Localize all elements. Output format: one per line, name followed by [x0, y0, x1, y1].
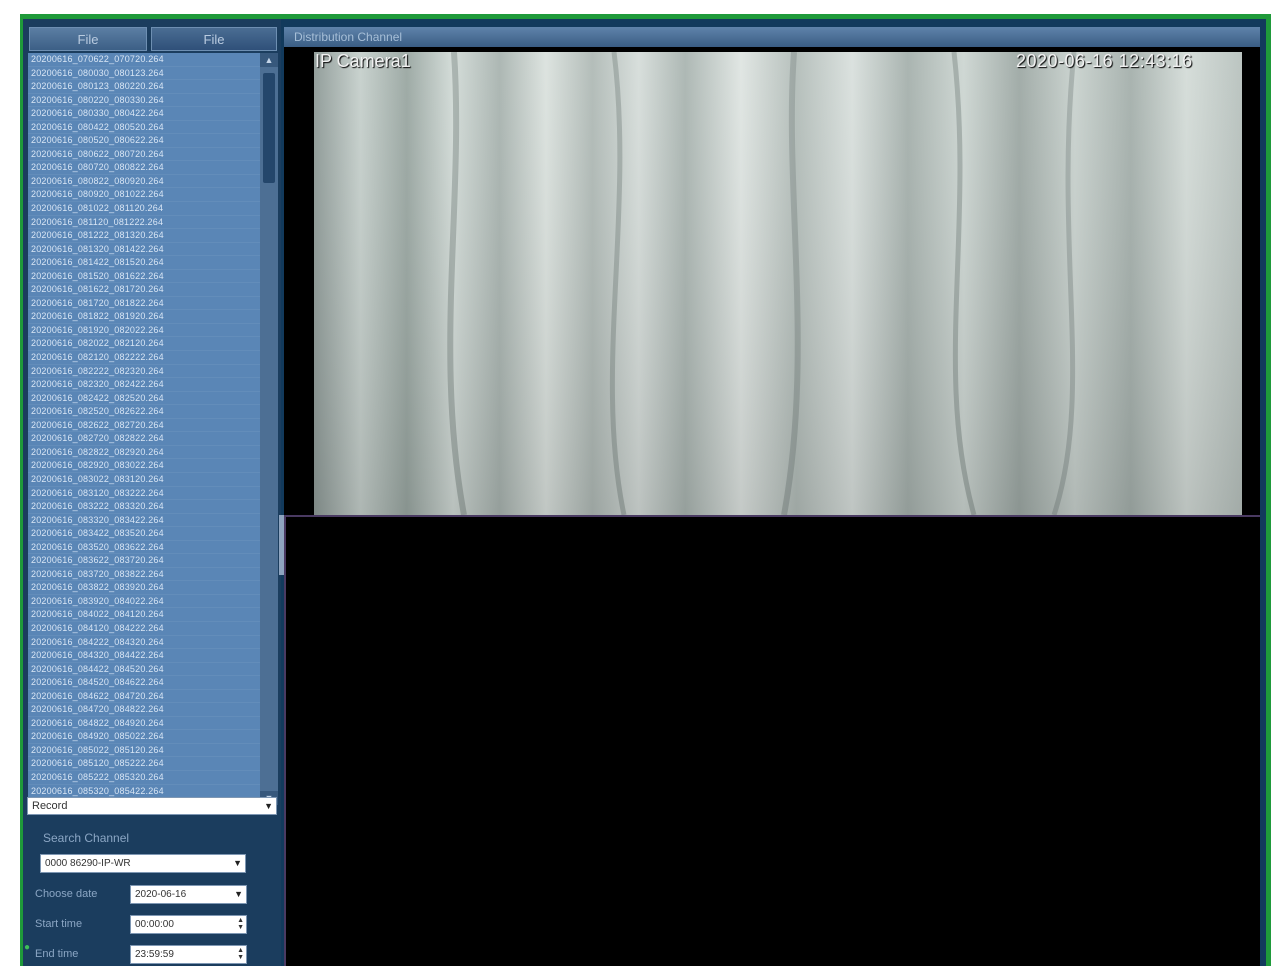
search-channel-label: Search Channel [43, 831, 130, 845]
video-window-1[interactable] [284, 47, 1260, 515]
file-list-item[interactable]: 20200616_082822_082920.264 [28, 446, 260, 460]
file-list-item[interactable]: 20200616_082622_082720.264 [28, 419, 260, 433]
file-list-item[interactable]: 20200616_081822_081920.264 [28, 310, 260, 324]
end-time-value: 23:59:59 [135, 949, 174, 960]
start-time-value: 00:00:00 [135, 919, 174, 930]
scroll-thumb[interactable] [263, 73, 275, 183]
end-time-label: End time [35, 948, 79, 960]
file-list-item[interactable]: 20200616_083320_083422.264 [28, 514, 260, 528]
date-value: 2020-06-16 [135, 889, 187, 900]
file-list-scrollbar[interactable]: ▲ ▼ [260, 53, 278, 805]
file-list-item[interactable]: 20200616_084120_084222.264 [28, 622, 260, 636]
file-list-item[interactable]: 20200616_083720_083822.264 [28, 568, 260, 582]
record-type-value: Record [32, 800, 68, 812]
video-header-bar: Distribution Channel [284, 27, 1260, 47]
calendar-dropdown-icon: ▼ [234, 889, 243, 899]
file-list-item[interactable]: 20200616_083022_083120.264 [28, 473, 260, 487]
file-list-item[interactable]: 20200616_080622_080720.264 [28, 148, 260, 162]
file-list-item[interactable]: 20200616_081520_081622.264 [28, 270, 260, 284]
channel-select[interactable]: 0000 86290-IP-WR ▼ [40, 854, 246, 873]
file-list-item[interactable]: 20200616_084320_084422.264 [28, 649, 260, 663]
file-list-item[interactable]: 20200616_081222_081320.264 [28, 229, 260, 243]
file-list-item[interactable]: 20200616_081622_081720.264 [28, 283, 260, 297]
file-list-item[interactable]: 20200616_084222_084320.264 [28, 636, 260, 650]
file-list-item[interactable]: 20200616_081320_081422.264 [28, 243, 260, 257]
file-list-item[interactable]: 20200616_080220_080330.264 [28, 94, 260, 108]
file-list-item[interactable]: 20200616_082222_082320.264 [28, 365, 260, 379]
file-list-item[interactable]: 20200616_084622_084720.264 [28, 690, 260, 704]
choose-date-label: Choose date [35, 888, 98, 900]
chevron-down-icon: ▼ [233, 858, 242, 868]
file-list-item[interactable]: 20200616_082120_082222.264 [28, 351, 260, 365]
file-list-item[interactable]: 20200616_084520_084622.264 [28, 676, 260, 690]
file-list-item[interactable]: 20200616_081720_081822.264 [28, 297, 260, 311]
end-time-field[interactable]: 23:59:59 ▲ ▼ [130, 945, 247, 964]
file-list-item[interactable]: 20200616_081022_081120.264 [28, 202, 260, 216]
file-list-item[interactable]: 20200616_084022_084120.264 [28, 608, 260, 622]
file-list-item[interactable]: 20200616_082920_083022.264 [28, 459, 260, 473]
file-list-item[interactable]: 20200616_082422_082520.264 [28, 392, 260, 406]
file-list-item[interactable]: 20200616_080720_080822.264 [28, 161, 260, 175]
file-list-item[interactable]: 20200616_083822_083920.264 [28, 581, 260, 595]
file-list-item[interactable]: 20200616_082022_082120.264 [28, 337, 260, 352]
record-type-select[interactable]: Record ▼ [27, 797, 277, 815]
file-list-item[interactable]: 20200616_084720_084822.264 [28, 703, 260, 717]
file-list-item[interactable]: 20200616_081120_081222.264 [28, 216, 260, 230]
file-list[interactable]: 20200616_070622_070720.264 20200616_08003… [28, 53, 260, 805]
file-list-item[interactable]: 20200616_083920_084022.264 [28, 595, 260, 609]
start-time-label: Start time [35, 918, 83, 930]
file-list-item[interactable]: 20200616_082520_082622.264 [28, 405, 260, 419]
tab-file-alt[interactable]: File [151, 27, 277, 51]
camera-feed-image [314, 52, 1242, 515]
spinner-icon[interactable]: ▲ ▼ [237, 947, 244, 961]
file-list-item[interactable]: 20200616_082320_082422.264 [28, 378, 260, 392]
file-list-item[interactable]: 20200616_085222_085320.264 [28, 771, 260, 785]
file-list-item[interactable]: 20200616_084822_084920.264 [28, 717, 260, 731]
file-list-item[interactable]: 20200616_082720_082822.264 [28, 432, 260, 446]
chevron-down-icon: ▼ [264, 801, 273, 811]
file-list-item[interactable]: 20200616_083222_083320.264 [28, 500, 260, 514]
date-field[interactable]: 2020-06-16 ▼ [130, 885, 247, 904]
file-list-item[interactable]: 20200616_084422_084520.264 [28, 663, 260, 677]
file-list-item[interactable]: 20200616_080920_081022.264 [28, 188, 260, 203]
file-list-item[interactable]: 20200616_080030_080123.264 [28, 67, 260, 81]
channel-value: 0000 86290-IP-WR [45, 858, 131, 869]
video-window-2[interactable] [284, 515, 1260, 966]
file-list-item[interactable]: 20200616_080520_080622.264 [28, 134, 260, 148]
file-list-item[interactable]: 20200616_080822_080920.264 [28, 175, 260, 189]
file-list-item[interactable]: 20200616_070622_070720.264 [28, 53, 260, 67]
camera-name-overlay: IP Camera1 [315, 51, 411, 71]
file-list-item[interactable]: 20200616_081920_082022.264 [28, 324, 260, 338]
file-list-item[interactable]: 20200616_081422_081520.264 [28, 256, 260, 270]
status-indicator-icon: ● [24, 942, 31, 953]
file-list-item[interactable]: 20200616_084920_085022.264 [28, 730, 260, 744]
file-list-item[interactable]: 20200616_080422_080520.264 [28, 121, 260, 135]
spinner-icon[interactable]: ▲ ▼ [237, 917, 244, 931]
left-panel: File File 20200616_070622_070720.264 2020… [23, 19, 281, 966]
file-list-item[interactable]: 20200616_083120_083222.264 [28, 487, 260, 501]
file-list-item[interactable]: 20200616_083422_083520.264 [28, 527, 260, 541]
start-time-field[interactable]: 00:00:00 ▲ ▼ [130, 915, 247, 934]
timestamp-overlay: 2020-06-16 12:43:16 [1016, 51, 1193, 71]
file-list-item[interactable]: 20200616_085120_085222.264 [28, 757, 260, 771]
tab-bar: File File [23, 27, 281, 53]
file-list-item[interactable]: 20200616_083520_083622.264 [28, 541, 260, 555]
file-list-item[interactable]: 20200616_080330_080422.264 [28, 107, 260, 121]
tab-file[interactable]: File [29, 27, 147, 51]
file-list-item[interactable]: 20200616_083622_083720.264 [28, 554, 260, 568]
scroll-up-arrow-icon[interactable]: ▲ [260, 53, 278, 67]
file-list-item[interactable]: 20200616_080123_080220.264 [28, 80, 260, 94]
file-list-item[interactable]: 20200616_085022_085120.264 [28, 744, 260, 758]
